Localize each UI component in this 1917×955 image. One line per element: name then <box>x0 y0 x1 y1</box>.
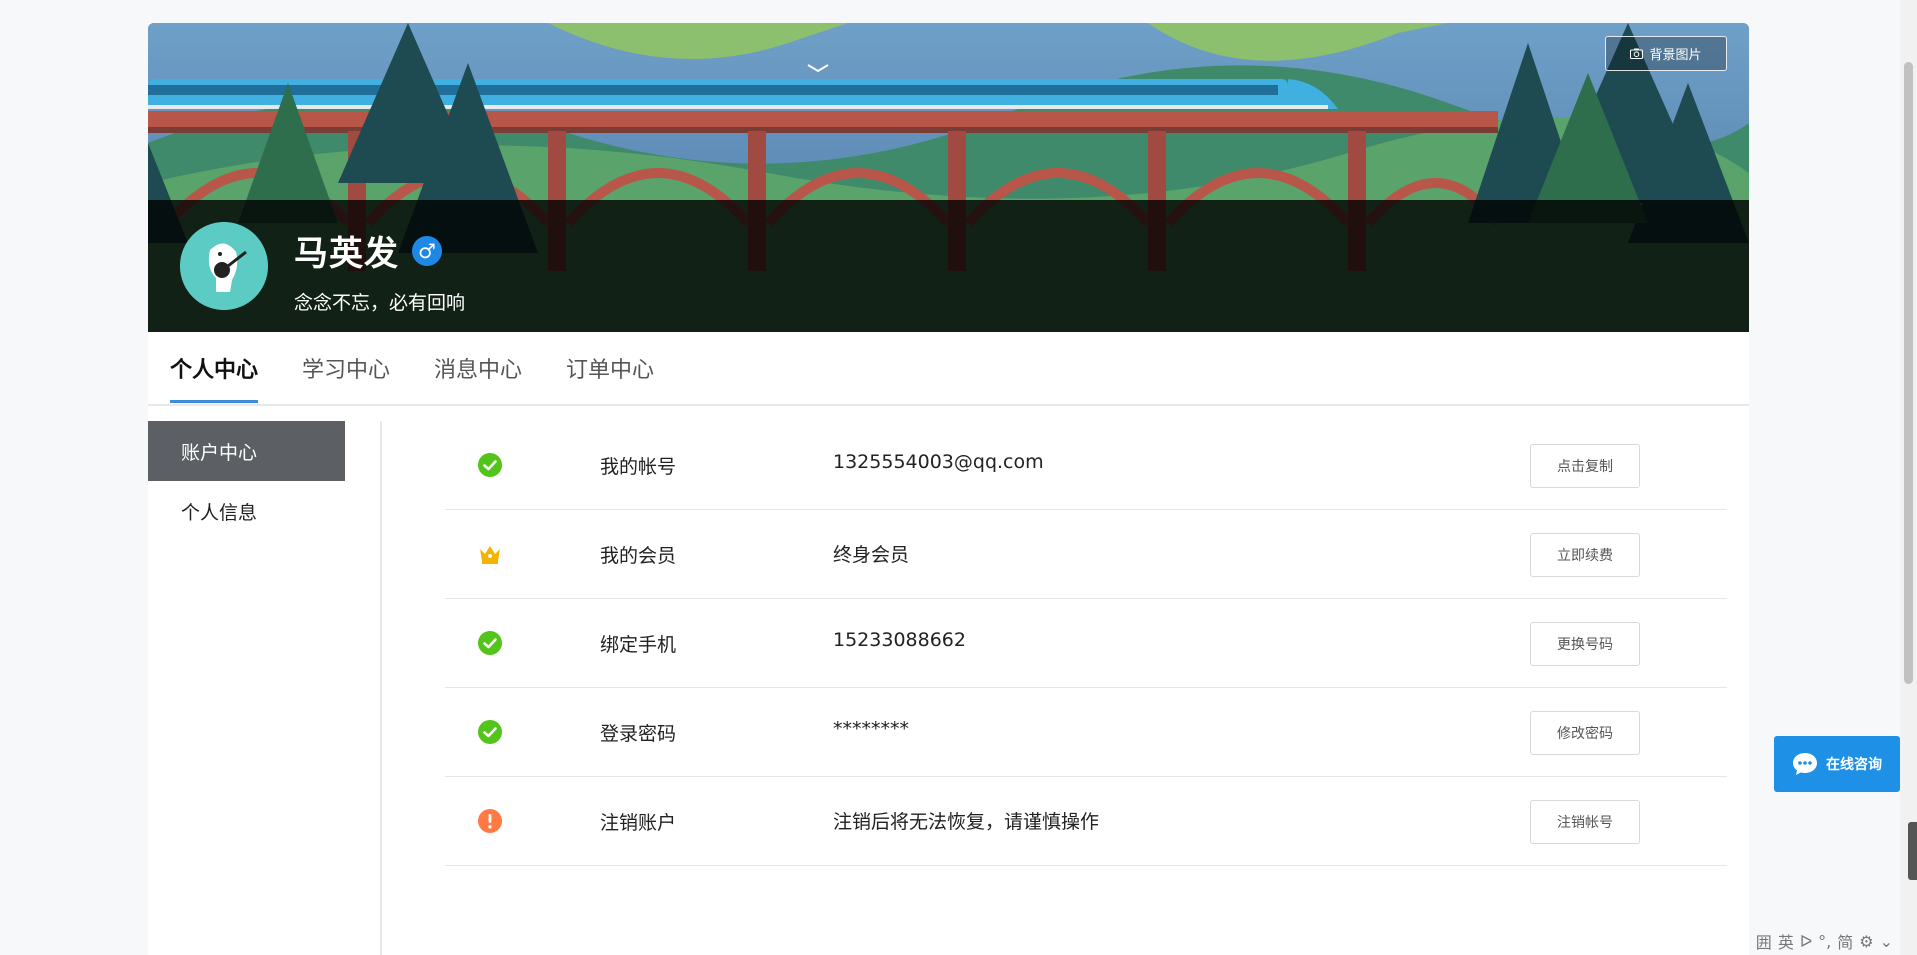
account-row: 我的帐号 1325554003@qq.com 点击复制 <box>445 421 1727 510</box>
check-circle-icon <box>478 453 502 477</box>
tab-message-center[interactable]: 消息中心 <box>434 352 522 384</box>
warning-circle-icon <box>478 809 502 833</box>
ime-expand-icon[interactable]: ⌄ <box>1880 932 1893 951</box>
account-row: 登录密码 ******** 修改密码 <box>445 688 1727 777</box>
row-value: 注销后将无法恢复，请谨慎操作 <box>833 811 1100 833</box>
row-label: 我的帐号 <box>600 456 677 478</box>
renew-membership-button[interactable]: 立即续费 <box>1530 533 1640 577</box>
check-circle-icon <box>478 720 502 744</box>
avatar-image <box>180 222 268 310</box>
sidebar: 账户中心 个人信息 <box>148 421 382 955</box>
main-tabs: 个人中心 学习中心 消息中心 订单中心 <box>148 332 1749 406</box>
account-row: 我的会员 终身会员 立即续费 <box>445 510 1727 599</box>
ime-settings-icon[interactable]: ⚙ <box>1859 932 1873 951</box>
sidebar-item-label: 账户中心 <box>181 441 258 464</box>
ime-moon-icon[interactable]: ᐅ <box>1800 932 1812 951</box>
profile-banner: 背景图片 马英发 ♂ 念念不忘，必有回响 <box>148 23 1749 332</box>
ime-toolbar: 囲 英 ᐅ °, 简 ⚙ ⌄ <box>1756 929 1893 953</box>
edge-side-widget[interactable] <box>1908 822 1917 880</box>
delete-account-button[interactable]: 注销帐号 <box>1530 800 1640 844</box>
account-settings-list: 我的帐号 1325554003@qq.com 点击复制 我的会员 终身会员 立即… <box>445 421 1727 866</box>
sidebar-item-personal-info[interactable]: 个人信息 <box>148 481 345 541</box>
ime-punctuation-icon[interactable]: °, <box>1818 932 1831 951</box>
active-tab-indicator <box>170 400 258 403</box>
user-name: 马英发 <box>294 234 399 274</box>
background-image-label: 背景图片 <box>1649 48 1702 63</box>
row-label: 绑定手机 <box>600 634 677 656</box>
row-value: 15233088662 <box>833 629 966 651</box>
copy-account-button[interactable]: 点击复制 <box>1530 444 1640 488</box>
user-motto: 念念不忘，必有回响 <box>294 292 466 314</box>
row-value: 终身会员 <box>833 544 910 566</box>
row-value: 1325554003@qq.com <box>833 451 1044 473</box>
online-consult-label: 在线咨询 <box>1826 757 1882 773</box>
sidebar-item-label: 个人信息 <box>181 501 258 524</box>
male-gender-icon: ♂ <box>412 236 442 266</box>
ime-english-toggle[interactable]: 英 <box>1778 929 1794 953</box>
profile-info-bar: 马英发 ♂ 念念不忘，必有回响 <box>148 200 1749 332</box>
tab-order-center[interactable]: 订单中心 <box>566 352 654 384</box>
gender-symbol: ♂ <box>418 239 436 263</box>
page-scrollbar[interactable] <box>1900 0 1917 955</box>
check-circle-icon <box>478 631 502 655</box>
camera-icon <box>1630 48 1644 59</box>
account-row: 绑定手机 15233088662 更换号码 <box>445 599 1727 688</box>
row-label: 注销账户 <box>600 812 677 834</box>
row-value: ******** <box>833 718 909 740</box>
scrollbar-thumb[interactable] <box>1904 62 1913 684</box>
sidebar-item-account-center[interactable]: 账户中心 <box>148 421 345 481</box>
ime-simplified-toggle[interactable]: 简 <box>1837 929 1853 953</box>
tab-learning-center[interactable]: 学习中心 <box>302 352 390 384</box>
avatar[interactable] <box>180 222 268 310</box>
chat-bubble-icon <box>1793 753 1817 775</box>
crown-icon <box>480 546 500 564</box>
change-password-button[interactable]: 修改密码 <box>1530 711 1640 755</box>
row-label: 我的会员 <box>600 545 677 567</box>
background-image-button[interactable]: 背景图片 <box>1605 36 1727 71</box>
account-row: 注销账户 注销后将无法恢复，请谨慎操作 注销帐号 <box>445 777 1727 866</box>
ime-grid-icon[interactable]: 囲 <box>1756 929 1772 953</box>
online-consult-button[interactable]: 在线咨询 <box>1774 736 1900 792</box>
change-phone-button[interactable]: 更换号码 <box>1530 622 1640 666</box>
row-label: 登录密码 <box>600 723 677 745</box>
tab-personal-center[interactable]: 个人中心 <box>170 352 258 384</box>
